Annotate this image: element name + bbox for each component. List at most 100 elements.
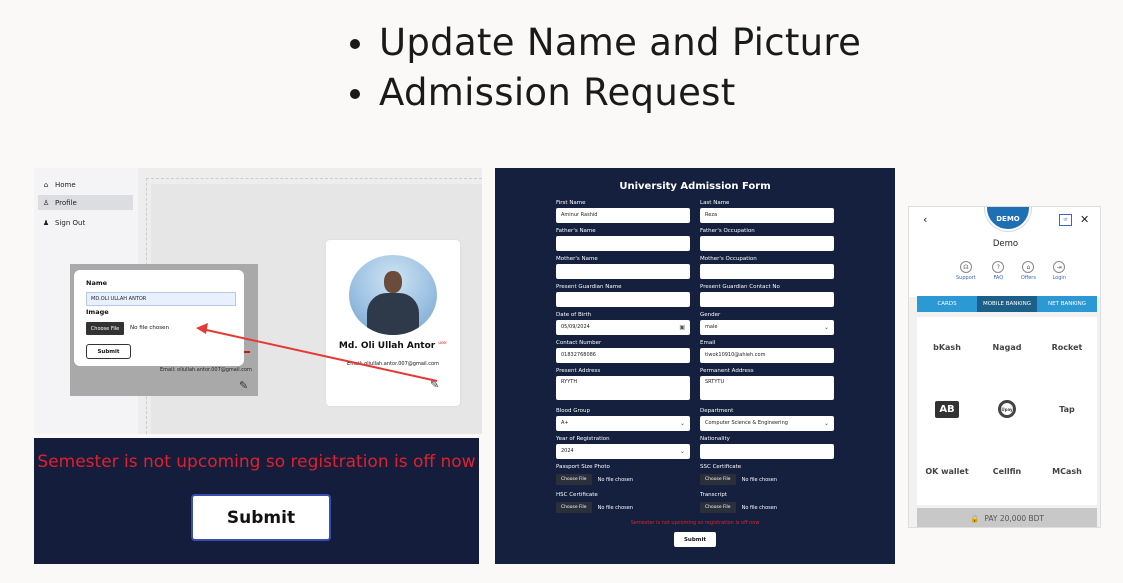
- no-file-text: No file chosen: [741, 476, 777, 483]
- chevron-down-icon: ⌄: [823, 420, 829, 427]
- method-label: Tap: [1059, 404, 1075, 414]
- field-label: Present Address: [556, 368, 601, 374]
- sidebar-item-signout[interactable]: ♟ Sign Out: [38, 215, 133, 230]
- bullet-item: Update Name and Picture: [346, 18, 861, 68]
- sidebar-item-label: Profile: [55, 198, 77, 207]
- link-label: Offers: [1020, 275, 1036, 281]
- choose-file-button[interactable]: Choose File: [86, 322, 124, 335]
- field-label: HSC Certificate: [556, 492, 598, 498]
- name-input[interactable]: MD.OLI ULLAH ANTOR: [86, 292, 236, 306]
- chevron-down-icon: ⌄: [679, 448, 685, 455]
- fathers-occupation-input[interactable]: [700, 236, 834, 251]
- home-icon: ⌂: [43, 180, 49, 189]
- bullet-list: Update Name and Picture Admission Reques…: [346, 18, 861, 118]
- calendar-icon[interactable]: ▣: [679, 320, 685, 335]
- method-bkash[interactable]: bKash: [917, 317, 977, 377]
- method-label: bKash: [933, 342, 961, 352]
- blood-group-field: Blood Group A+ ⌄: [556, 407, 690, 431]
- login-link[interactable]: ⇥ Login: [1052, 261, 1066, 281]
- edit-icon[interactable]: ✎: [239, 379, 248, 392]
- field-label: Year of Registration: [556, 436, 610, 442]
- gender-select[interactable]: male ⌄: [700, 320, 834, 335]
- first-name-input[interactable]: Aminur Rashid: [556, 208, 690, 223]
- year-select[interactable]: 2024 ⌄: [556, 444, 690, 459]
- email-input[interactable]: tiwok10910@ahieh.com: [700, 348, 834, 363]
- blood-group-select[interactable]: A+ ⌄: [556, 416, 690, 431]
- permanent-address-input[interactable]: SRTYTU: [700, 376, 834, 400]
- registration-off-message: Semester is not upcoming so registration…: [37, 452, 476, 472]
- transcript-field: Transcript Choose File No file chosen: [700, 491, 834, 515]
- first-name-field: First Name Aminur Rashid: [556, 199, 690, 223]
- support-link[interactable]: ☊ Support: [956, 261, 976, 281]
- submit-button[interactable]: Submit: [191, 494, 331, 541]
- guardian-name-input[interactable]: [556, 292, 690, 307]
- field-label: Transcript: [700, 492, 727, 498]
- payment-screenshot: DEMO ‹ বা ✕ Demo ☊ Support ? FAQ ⌂ Offers ⇥…: [908, 206, 1101, 528]
- year-field: Year of Registration 2024 ⌄: [556, 435, 690, 459]
- pay-button[interactable]: 🔒 PAY 20,000 BDT: [917, 508, 1097, 527]
- choose-file-button[interactable]: Choose File: [556, 502, 592, 513]
- present-address-input[interactable]: RYYTH: [556, 376, 690, 400]
- guardian-contact-input[interactable]: [700, 292, 834, 307]
- user-icon: ♙: [42, 198, 50, 207]
- method-tap[interactable]: Tap: [1037, 379, 1097, 439]
- field-label: Mother's Name: [556, 256, 598, 262]
- offers-link[interactable]: ⌂ Offers: [1021, 261, 1036, 281]
- payment-tabs: CARDS MOBILE BANKING NET BANKING: [917, 296, 1097, 312]
- sidebar-item-label: Home: [55, 180, 76, 189]
- last-name-input[interactable]: Reza: [700, 208, 834, 223]
- method-mcash[interactable]: MCash: [1037, 441, 1097, 501]
- field-label: Nationality: [700, 436, 730, 442]
- method-label: OK wallet: [925, 466, 969, 476]
- nationality-field: Nationality: [700, 435, 834, 459]
- tab-mobile-banking[interactable]: MOBILE BANKING: [977, 296, 1037, 312]
- role-badge: user: [438, 340, 448, 345]
- modal-submit-button[interactable]: Submit: [86, 344, 131, 359]
- sidebar-item-profile[interactable]: ♙ Profile: [38, 195, 133, 210]
- method-nagad[interactable]: Nagad: [977, 317, 1037, 377]
- contact-number-input[interactable]: 01832768086: [556, 348, 690, 363]
- email-prefix: Email:: [347, 361, 363, 367]
- dob-input[interactable]: 05/09/2024 ▣: [556, 320, 690, 335]
- form-title: University Admission Form: [619, 181, 771, 192]
- admission-form: University Admission Form First Name Amin…: [495, 168, 895, 564]
- no-file-text: No file chosen: [597, 476, 633, 483]
- fathers-name-field: Father's Name: [556, 227, 690, 251]
- sidebar-item-home[interactable]: ⌂ Home: [38, 177, 133, 192]
- method-rocket[interactable]: Rocket: [1037, 317, 1097, 377]
- hsc-field: HSC Certificate Choose File No file chosen: [556, 491, 690, 515]
- choose-file-button[interactable]: Choose File: [700, 502, 736, 513]
- close-icon[interactable]: ✕: [1080, 213, 1089, 226]
- mothers-occupation-input[interactable]: [700, 264, 834, 279]
- year-value: 2024: [561, 448, 574, 454]
- department-field: Department Computer Science & Engineering…: [700, 407, 834, 431]
- department-select[interactable]: Computer Science & Engineering ⌄: [700, 416, 834, 431]
- method-upay[interactable]: Upay: [977, 379, 1037, 439]
- method-ab[interactable]: AB: [917, 379, 977, 439]
- fathers-name-input[interactable]: [556, 236, 690, 251]
- method-cellfin[interactable]: Cellfin: [977, 441, 1037, 501]
- mothers-name-input[interactable]: [556, 264, 690, 279]
- faq-link[interactable]: ? FAQ: [992, 261, 1005, 281]
- gender-field: Gender male ⌄: [700, 311, 834, 335]
- choose-file-button[interactable]: Choose File: [556, 474, 592, 485]
- photo-field: Passport Size Photo Choose File No file ch…: [556, 463, 690, 487]
- payment-methods: bKash Nagad Rocket AB Upay Tap OK wallet…: [917, 317, 1097, 505]
- method-ok-wallet[interactable]: OK wallet: [917, 441, 977, 501]
- back-icon[interactable]: ‹: [923, 213, 927, 226]
- choose-file-button[interactable]: Choose File: [700, 474, 736, 485]
- edit-icon[interactable]: ✎: [430, 378, 439, 391]
- field-label: Permanent Address: [700, 368, 754, 374]
- field-label: Present Guardian Contact No: [700, 284, 780, 290]
- login-icon: ⇥: [1053, 261, 1066, 273]
- ssc-field: SSC Certificate Choose File No file chosen: [700, 463, 834, 487]
- field-label: Mother's Occupation: [700, 256, 757, 262]
- tab-cards[interactable]: CARDS: [917, 296, 977, 312]
- form-submit-button[interactable]: Submit: [674, 532, 716, 547]
- nationality-input[interactable]: [700, 444, 834, 459]
- dob-field: Date of Birth 05/09/2024 ▣: [556, 311, 690, 335]
- language-icon[interactable]: বা: [1059, 214, 1072, 226]
- blood-group-value: A+: [561, 420, 569, 426]
- last-name-field: Last Name Reza: [700, 199, 834, 223]
- tab-net-banking[interactable]: NET BANKING: [1037, 296, 1097, 312]
